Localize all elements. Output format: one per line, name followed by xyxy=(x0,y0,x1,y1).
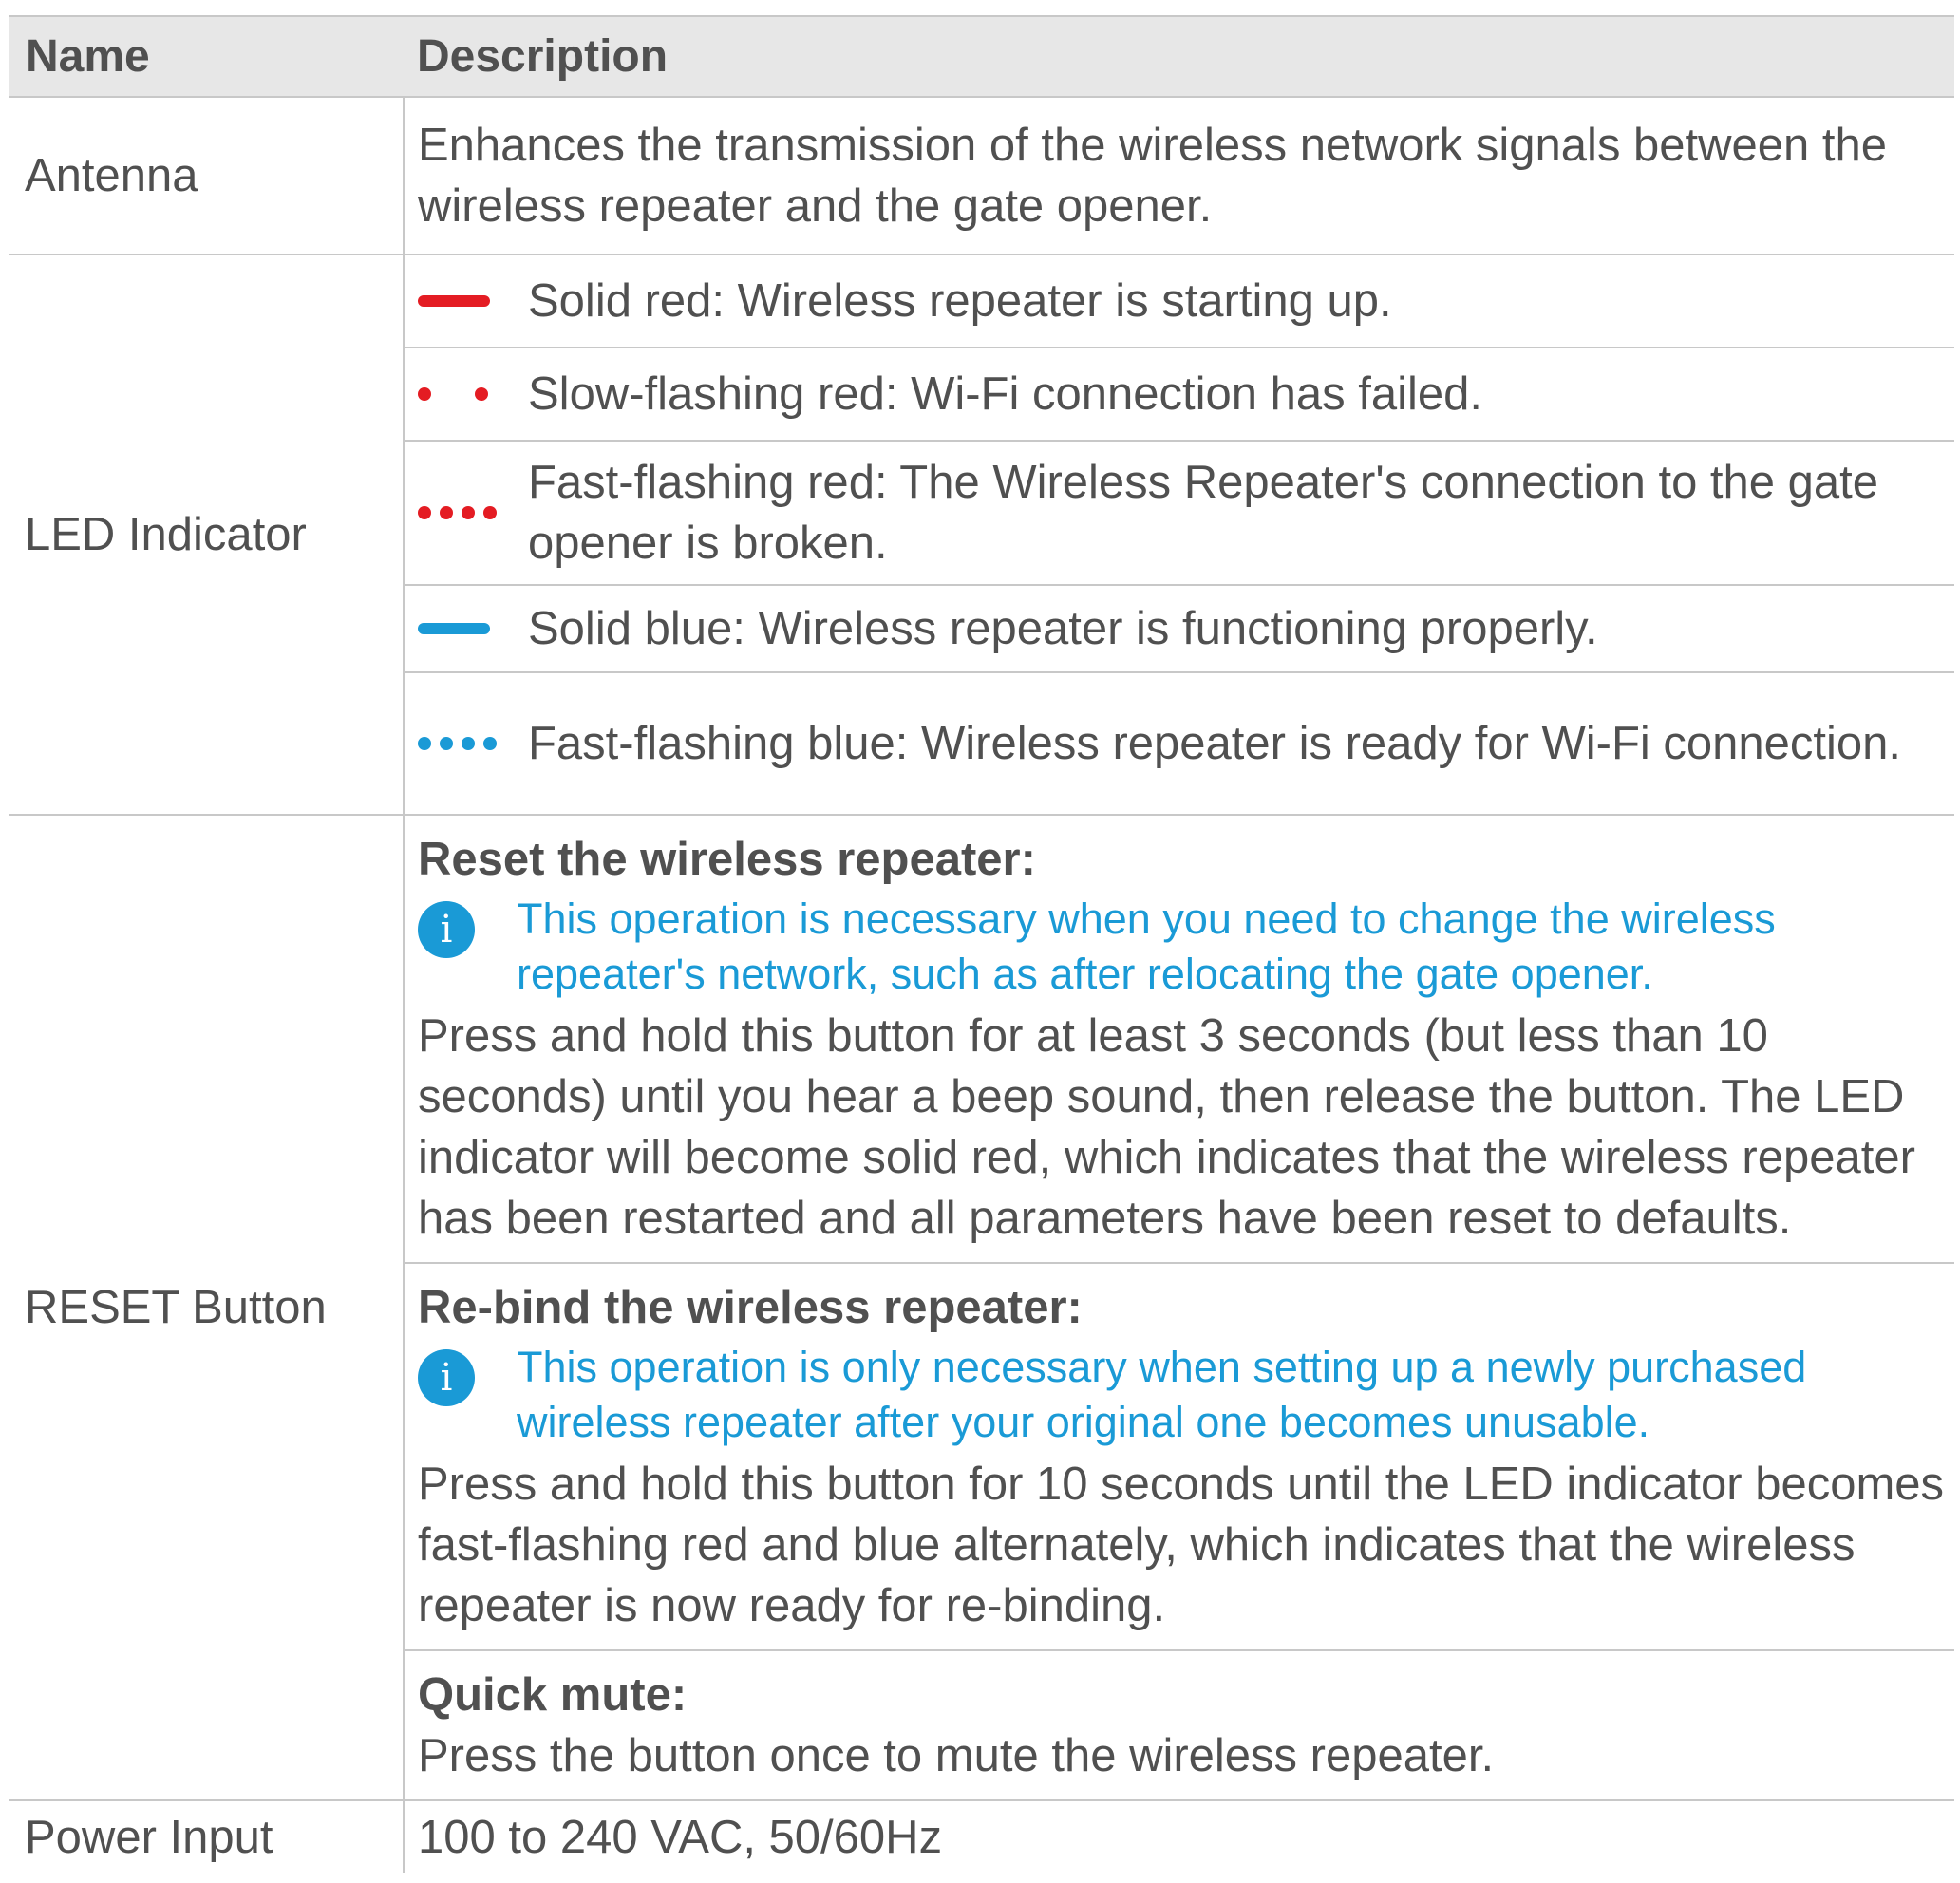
reset-cell: Reset the wireless repeater: i This oper… xyxy=(404,815,1954,1801)
led-state-text: Fast-flashing red: The Wireless Repeater… xyxy=(528,457,1879,569)
led-state-item: Solid red: Wireless repeater is starting… xyxy=(405,255,1954,348)
led-state-item: Solid blue: Wireless repeater is functio… xyxy=(405,586,1954,673)
spec-table: Name Description Antenna Enhances the tr… xyxy=(9,15,1954,1873)
table-row-reset-button: RESET Button Reset the wireless repeater… xyxy=(9,815,1954,1801)
row-name-reset-button: RESET Button xyxy=(9,815,405,1801)
reset-operation-body: Press the button once to mute the wirele… xyxy=(418,1730,1495,1781)
table-row-power-input: Power Input 100 to 240 VAC, 50/60Hz xyxy=(9,1800,1954,1873)
table-row-antenna: Antenna Enhances the transmission of the… xyxy=(9,97,1954,255)
led-state-item: Slow-flashing red: Wi-Fi connection has … xyxy=(405,348,1954,442)
led-state-text: Solid red: Wireless repeater is starting… xyxy=(528,275,1392,327)
table-header-row: Name Description xyxy=(9,15,1954,98)
row-description-antenna: Enhances the transmission of the wireles… xyxy=(404,97,1954,255)
row-description-power-input: 100 to 240 VAC, 50/60Hz xyxy=(418,1811,943,1863)
info-note: i This operation is only necessary when … xyxy=(418,1340,1945,1450)
reset-operation-item: Reset the wireless repeater: i This oper… xyxy=(405,816,1954,1264)
reset-operation-body: Press and hold this button for at least … xyxy=(418,1010,1915,1244)
reset-operation-item: Quick mute: Press the button once to mut… xyxy=(405,1651,1954,1799)
info-icon: i xyxy=(418,901,475,958)
led-state-text: Slow-flashing red: Wi-Fi connection has … xyxy=(528,368,1482,420)
led-states-cell: Solid red: Wireless repeater is starting… xyxy=(404,254,1954,816)
info-note-text: This operation is necessary when you nee… xyxy=(517,894,1776,998)
led-state-text: Solid blue: Wireless repeater is functio… xyxy=(528,603,1598,654)
header-description: Description xyxy=(404,15,1954,98)
info-icon: i xyxy=(418,1349,475,1406)
solid-red-bar-icon xyxy=(405,295,528,307)
led-states-list: Solid red: Wireless repeater is starting… xyxy=(405,255,1954,814)
reset-operation-item: Re-bind the wireless repeater: i This op… xyxy=(405,1264,1954,1651)
solid-blue-bar-icon xyxy=(405,623,528,634)
fast-flashing-blue-dots-icon xyxy=(405,737,528,750)
info-note: i This operation is necessary when you n… xyxy=(418,892,1945,1002)
reset-operation-title: Reset the wireless repeater: xyxy=(418,834,1036,885)
row-name-antenna: Antenna xyxy=(9,97,405,255)
header-name: Name xyxy=(9,15,404,98)
reset-operations-list: Reset the wireless repeater: i This oper… xyxy=(405,816,1954,1799)
led-state-text: Fast-flashing blue: Wireless repeater is… xyxy=(528,718,1902,769)
reset-operation-body: Press and hold this button for 10 second… xyxy=(418,1459,1945,1631)
table-row-led-indicator: LED Indicator Solid red: Wireless repeat… xyxy=(9,254,1954,816)
led-state-item: Fast-flashing blue: Wireless repeater is… xyxy=(405,673,1954,814)
row-name-led-indicator: LED Indicator xyxy=(9,254,405,816)
fast-flashing-red-dots-icon xyxy=(405,506,528,519)
reset-operation-title: Quick mute: xyxy=(418,1669,688,1721)
slow-flashing-red-dots-icon xyxy=(405,387,528,401)
info-note-text: This operation is only necessary when se… xyxy=(517,1343,1807,1446)
row-name-power-input: Power Input xyxy=(9,1800,405,1873)
reset-operation-title: Re-bind the wireless repeater: xyxy=(418,1282,1083,1333)
led-state-item: Fast-flashing red: The Wireless Repeater… xyxy=(405,442,1954,586)
